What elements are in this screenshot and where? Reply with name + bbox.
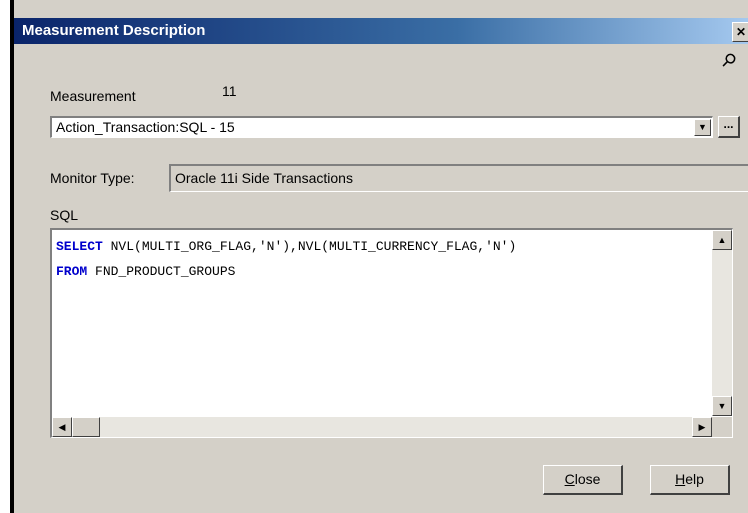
- sql-text-area[interactable]: SELECT NVL(MULTI_ORG_FLAG,'N'),NVL(MULTI…: [50, 228, 733, 438]
- measurement-description-dialog: Measurement Description ✕ ⚲ Measurement …: [10, 0, 748, 513]
- horizontal-scroll-thumb[interactable]: [72, 417, 100, 437]
- sql-keyword: FROM: [56, 264, 88, 279]
- measurement-select[interactable]: Action_Transaction:SQL - 15 ▼: [50, 116, 713, 138]
- arrow-up-icon[interactable]: ▲: [712, 230, 732, 250]
- arrow-left-icon[interactable]: ◀: [52, 417, 72, 437]
- title-bar[interactable]: Measurement Description ✕: [14, 18, 748, 44]
- browse-button[interactable]: ...: [718, 116, 740, 138]
- sql-code[interactable]: SELECT NVL(MULTI_ORG_FLAG,'N'),NVL(MULTI…: [56, 234, 700, 284]
- sql-text: FND_PRODUCT_GROUPS: [87, 264, 236, 279]
- sql-line-2: FROM FND_PRODUCT_GROUPS: [56, 259, 700, 284]
- measurement-selected-value: Action_Transaction:SQL - 15: [56, 119, 235, 135]
- close-button-mnemonic: C: [564, 471, 575, 487]
- chevron-down-icon[interactable]: ▼: [694, 119, 711, 136]
- monitor-type-field: Oracle 11i Side Transactions: [169, 164, 748, 192]
- close-button[interactable]: Close: [543, 465, 623, 495]
- sql-text: NVL(MULTI_ORG_FLAG,'N'),NVL(MULTI_CURREN…: [102, 239, 517, 254]
- help-button[interactable]: Help: [650, 465, 730, 495]
- close-icon[interactable]: ✕: [732, 22, 748, 42]
- sql-line-1: SELECT NVL(MULTI_ORG_FLAG,'N'),NVL(MULTI…: [56, 234, 700, 259]
- background-left-edge: [0, 0, 10, 513]
- vertical-scrollbar[interactable]: ▲ ▼: [712, 230, 732, 416]
- horizontal-scrollbar[interactable]: ◀ ▶: [52, 417, 712, 437]
- sql-keyword: SELECT: [56, 239, 103, 254]
- monitor-type-value: Oracle 11i Side Transactions: [175, 170, 353, 186]
- pin-icon[interactable]: ⚲: [717, 48, 740, 72]
- sql-label: SQL: [50, 207, 79, 223]
- monitor-type-label: Monitor Type:: [50, 170, 135, 186]
- scrollbar-corner: [712, 417, 732, 437]
- close-button-label: lose: [574, 471, 601, 487]
- window-title: Measurement Description: [22, 22, 206, 39]
- measurement-count: 11: [222, 83, 237, 99]
- arrow-down-icon[interactable]: ▼: [712, 396, 732, 416]
- measurement-label: Measurement: [50, 88, 136, 104]
- arrow-right-icon[interactable]: ▶: [692, 417, 712, 437]
- help-button-mnemonic: H: [675, 471, 686, 487]
- help-button-label: elp: [685, 471, 704, 487]
